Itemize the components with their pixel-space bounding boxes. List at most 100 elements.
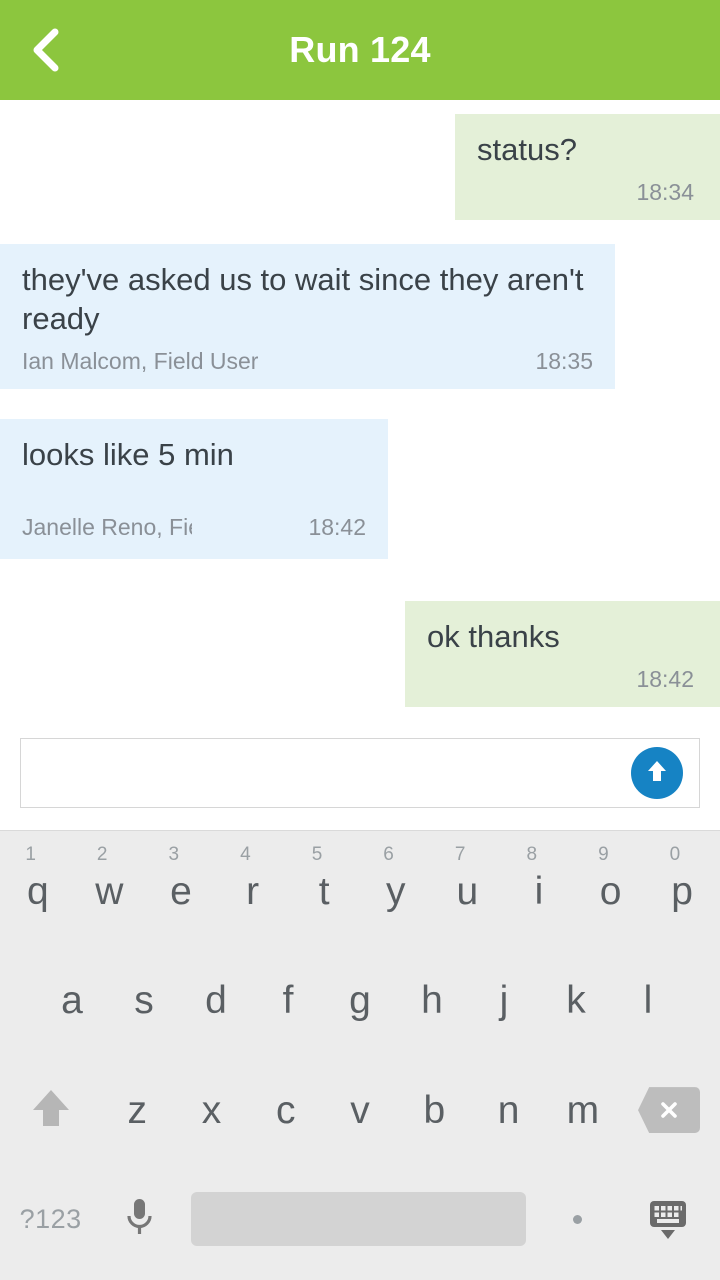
key-label: f bbox=[282, 979, 294, 1023]
page-title: Run 124 bbox=[289, 29, 431, 70]
key-label: q bbox=[26, 870, 49, 914]
key-n[interactable]: n bbox=[471, 1056, 545, 1165]
key-f[interactable]: f bbox=[252, 946, 324, 1055]
key-label: p bbox=[671, 870, 693, 914]
send-button[interactable] bbox=[631, 747, 683, 799]
hide-keyboard-key[interactable] bbox=[619, 1165, 716, 1274]
key-g[interactable]: g bbox=[324, 946, 396, 1055]
key-r[interactable]: 4r bbox=[217, 837, 289, 946]
chevron-left-icon bbox=[29, 26, 63, 74]
message-text: status? bbox=[477, 132, 577, 167]
key-label: i bbox=[534, 870, 544, 914]
message-row: looks like 5 min Janelle Reno, Field Use… bbox=[0, 419, 720, 559]
message-meta: 18:42 bbox=[427, 666, 694, 693]
microphone-key[interactable] bbox=[97, 1165, 181, 1274]
bubble-tail-icon bbox=[704, 601, 720, 623]
keyboard-row-2: a s d f g h j k l bbox=[0, 946, 720, 1055]
symbols-key[interactable]: ?123 bbox=[4, 1165, 97, 1274]
space-key[interactable] bbox=[181, 1165, 536, 1274]
key-hint: 5 bbox=[311, 844, 323, 865]
key-hint: 0 bbox=[669, 844, 681, 865]
send-arrow-up-icon bbox=[640, 754, 674, 793]
key-c[interactable]: c bbox=[249, 1056, 323, 1165]
key-hint: 3 bbox=[168, 844, 180, 865]
key-label: c bbox=[276, 1088, 296, 1132]
chat-screen: Run 124 status? 18:34 they've asked us t… bbox=[0, 0, 720, 1280]
key-u[interactable]: 7u bbox=[432, 837, 504, 946]
key-o[interactable]: 9o bbox=[575, 837, 647, 946]
message-text: ok thanks bbox=[427, 619, 560, 654]
shift-key[interactable] bbox=[2, 1056, 100, 1165]
hide-keyboard-icon bbox=[644, 1195, 692, 1243]
message-time: 18:42 bbox=[308, 514, 366, 540]
message-text: they've asked us to wait since they aren… bbox=[22, 262, 593, 336]
key-j[interactable]: j bbox=[468, 946, 540, 1055]
key-m[interactable]: m bbox=[546, 1056, 620, 1165]
key-label: a bbox=[61, 979, 83, 1023]
key-l[interactable]: l bbox=[612, 946, 684, 1055]
microphone-icon bbox=[122, 1194, 156, 1245]
key-k[interactable]: k bbox=[540, 946, 612, 1055]
key-label: y bbox=[386, 870, 406, 914]
message-text: looks like 5 min bbox=[22, 437, 234, 472]
key-label: ?123 bbox=[19, 1203, 82, 1234]
message-sender: Ian Malcom, Field User bbox=[22, 348, 259, 374]
key-label: t bbox=[318, 870, 330, 914]
key-a[interactable]: a bbox=[36, 946, 108, 1055]
key-label: m bbox=[566, 1088, 600, 1132]
key-hint: 2 bbox=[96, 844, 108, 865]
message-time: 18:35 bbox=[535, 348, 593, 374]
backspace-icon bbox=[638, 1087, 701, 1134]
back-button[interactable] bbox=[0, 0, 92, 100]
message-sender: Janelle Reno, Field User bbox=[22, 514, 192, 540]
bubble-tail-icon bbox=[704, 114, 720, 136]
key-s[interactable]: s bbox=[108, 946, 180, 1055]
message-bubble-outgoing[interactable]: status? 18:34 bbox=[455, 114, 720, 220]
message-row: status? 18:34 bbox=[0, 114, 720, 220]
key-w[interactable]: 2w bbox=[74, 837, 146, 946]
key-label: h bbox=[421, 979, 443, 1023]
message-bubble-incoming[interactable]: they've asked us to wait since they aren… bbox=[0, 244, 615, 389]
space-bar bbox=[191, 1192, 526, 1247]
key-label: u bbox=[456, 870, 479, 914]
message-time: 18:42 bbox=[636, 666, 694, 692]
key-z[interactable]: z bbox=[100, 1056, 174, 1165]
key-label: o bbox=[599, 870, 622, 914]
backspace-key[interactable] bbox=[620, 1056, 718, 1165]
composer-field-wrap bbox=[20, 738, 700, 808]
message-time: 18:34 bbox=[636, 179, 694, 205]
key-b[interactable]: b bbox=[397, 1056, 471, 1165]
key-y[interactable]: 6y bbox=[360, 837, 432, 946]
message-list[interactable]: status? 18:34 they've asked us to wait s… bbox=[0, 100, 720, 726]
key-label: z bbox=[127, 1088, 147, 1132]
keyboard-row-1: 1q 2w 3e 4r 5t 6y 7u 8i 9o 0p bbox=[0, 837, 720, 946]
key-hint: 8 bbox=[526, 844, 538, 865]
key-label: e bbox=[170, 870, 192, 914]
key-label: s bbox=[134, 979, 154, 1023]
key-h[interactable]: h bbox=[396, 946, 468, 1055]
message-input[interactable] bbox=[21, 739, 699, 807]
key-label: n bbox=[497, 1088, 520, 1132]
key-d[interactable]: d bbox=[180, 946, 252, 1055]
key-label: g bbox=[349, 979, 371, 1023]
key-t[interactable]: 5t bbox=[288, 837, 360, 946]
key-q[interactable]: 1q bbox=[2, 837, 74, 946]
key-label: d bbox=[205, 979, 227, 1023]
key-label: k bbox=[566, 979, 586, 1023]
key-label: v bbox=[350, 1088, 370, 1132]
app-header: Run 124 bbox=[0, 0, 720, 100]
key-hint: 7 bbox=[454, 844, 466, 865]
period-key[interactable] bbox=[536, 1165, 620, 1274]
key-x[interactable]: x bbox=[174, 1056, 248, 1165]
key-hint: 4 bbox=[240, 844, 251, 865]
key-i[interactable]: 8i bbox=[503, 837, 575, 946]
key-hint: 6 bbox=[383, 844, 394, 865]
key-hint: 9 bbox=[598, 844, 609, 865]
key-hint: 1 bbox=[25, 844, 36, 865]
message-bubble-outgoing[interactable]: ok thanks 18:42 bbox=[405, 601, 720, 707]
key-e[interactable]: 3e bbox=[145, 837, 217, 946]
message-bubble-incoming[interactable]: looks like 5 min Janelle Reno, Field Use… bbox=[0, 419, 388, 559]
key-p[interactable]: 0p bbox=[646, 837, 718, 946]
key-v[interactable]: v bbox=[323, 1056, 397, 1165]
message-row: ok thanks 18:42 bbox=[0, 589, 720, 707]
